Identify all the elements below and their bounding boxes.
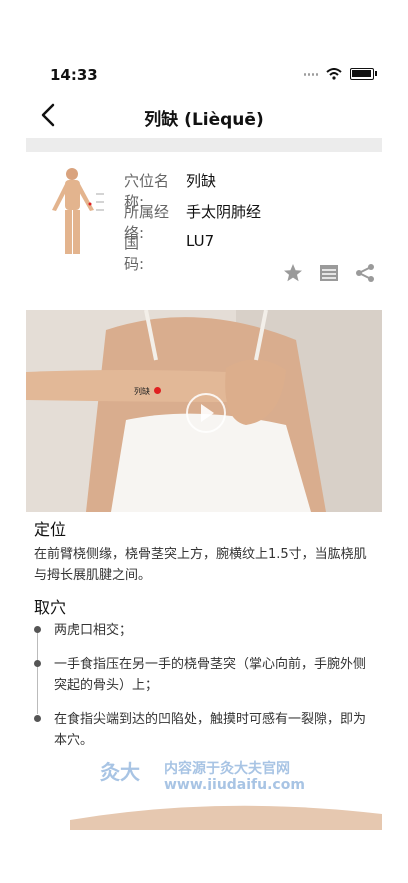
share-icon[interactable]	[354, 262, 376, 284]
status-icons	[304, 68, 377, 80]
name-value: 列缺	[186, 172, 217, 190]
name-row: 穴位名称: 列缺	[124, 170, 261, 211]
play-icon[interactable]	[186, 393, 226, 433]
meridian-label: 所属经络:	[124, 203, 170, 242]
divider	[26, 138, 382, 152]
section-heading-method: 取穴	[34, 598, 67, 617]
step-item: 两虎口相交；	[34, 620, 374, 641]
page-title: 列缺 (Lièquē)	[144, 110, 264, 130]
meridian-row: 所属经络: 手太阴肺经	[124, 201, 262, 242]
nav-bar: 列缺 (Lièquē)	[0, 96, 408, 138]
watermark-line1: 内容源于灸大夫官网	[164, 761, 290, 777]
acupoint-info-card: 穴位名称: 列缺 所属经络: 手太阴肺经 国 码: LU7	[26, 152, 382, 296]
star-icon[interactable]	[282, 262, 304, 284]
body-figure-image	[52, 168, 104, 254]
video-player[interactable]: 列缺	[26, 310, 382, 512]
watermark-logo: 灸大夫	[100, 760, 140, 813]
status-bar: 14:33	[0, 0, 408, 96]
code-label: 国 码:	[124, 234, 170, 273]
location-text: 在前臂桡侧缘，桡骨茎突上方，腕横纹上1.5寸，当肱桡肌与拇长展肌腱之间。	[34, 547, 367, 583]
section-heading-location: 定位	[34, 520, 67, 539]
name-label: 穴位名称:	[124, 172, 170, 211]
action-icons	[282, 262, 376, 284]
step-item: 一手食指压在另一手的桡骨茎突（掌心向前，手腕外侧突起的骨头）上；	[34, 654, 374, 696]
signal-icon	[304, 71, 318, 77]
list-icon[interactable]	[318, 262, 340, 284]
code-value: LU7	[186, 232, 215, 250]
status-time: 14:33	[50, 66, 98, 84]
battery-icon	[350, 68, 377, 80]
acupoint-marker	[154, 387, 161, 394]
meridian-value: 手太阴肺经	[186, 203, 262, 221]
wifi-icon	[326, 68, 342, 80]
acupoint-label: 列缺	[134, 387, 150, 396]
acupoint-info: 穴位名称: 列缺 所属经络: 手太阴肺经 国 码: LU7	[124, 170, 262, 273]
code-row: 国 码: LU7	[124, 232, 261, 273]
step-item: 在食指尖端到达的凹陷处，触摸时可感有一裂隙，即为本穴。	[34, 709, 374, 751]
bottom-image	[70, 790, 382, 830]
method-steps: 两虎口相交； 一手食指压在另一手的桡骨茎突（掌心向前，手腕外侧突起的骨头）上； …	[34, 620, 374, 764]
